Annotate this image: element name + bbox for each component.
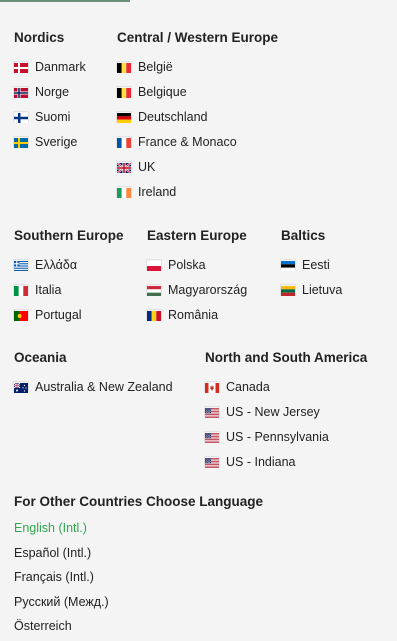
country-link[interactable]: Lietuva: [281, 277, 342, 302]
country-link[interactable]: France & Monaco: [117, 129, 278, 154]
region-title: Central / Western Europe: [117, 30, 279, 45]
region-north-south-america: North and South America Canada US - New J…: [205, 350, 367, 474]
country-link[interactable]: Italia: [14, 277, 124, 302]
flag-us-icon: [205, 407, 219, 418]
country-label: Canada: [226, 379, 270, 394]
country-label: România: [168, 307, 219, 322]
top-divider: [0, 0, 130, 2]
country-label: Lietuva: [302, 282, 343, 297]
region-title: Southern Europe: [14, 228, 124, 243]
flag-pl-icon: [147, 260, 161, 271]
country-link[interactable]: Canada: [205, 374, 367, 399]
country-label: Ireland: [138, 184, 177, 199]
country-link[interactable]: US - Indiana: [205, 449, 367, 474]
country-link[interactable]: Deutschland: [117, 104, 278, 129]
country-link[interactable]: Belgique: [117, 79, 278, 104]
country-link[interactable]: Polska: [147, 252, 247, 277]
country-label: België: [138, 59, 173, 74]
country-label: Sverige: [35, 134, 78, 149]
country-label: Ελλάδα: [35, 257, 78, 272]
country-link[interactable]: US - Pennsylvania: [205, 424, 367, 449]
country-link[interactable]: Portugal: [14, 302, 124, 327]
region-title: North and South America: [205, 350, 368, 365]
flag-lt-icon: [281, 285, 295, 296]
flag-dk-icon: [14, 62, 28, 73]
region-eastern-europe: Eastern Europe Polska Magyarország România: [147, 228, 247, 327]
flag-ro-icon: [147, 310, 161, 321]
region-title: Baltics: [281, 228, 326, 243]
country-label: Magyarország: [168, 282, 248, 297]
country-label: US - New Jersey: [226, 404, 320, 419]
region-southern-europe: Southern Europe Ελλάδα Italia Portugal: [14, 228, 124, 327]
country-link[interactable]: România: [147, 302, 247, 327]
country-label: Danmark: [35, 59, 86, 74]
country-link[interactable]: US - New Jersey: [205, 399, 367, 424]
country-label: Portugal: [35, 307, 82, 322]
country-label: Deutschland: [138, 109, 208, 124]
flag-no-icon: [14, 87, 28, 98]
region-central-western-europe: Central / Western Europe België Belgique D…: [116, 30, 279, 204]
country-label: Suomi: [35, 109, 71, 124]
language-link[interactable]: Österreich: [14, 614, 263, 639]
flag-be-icon: [117, 62, 131, 73]
flag-be-icon: [117, 87, 131, 98]
country-link[interactable]: Ελλάδα: [14, 252, 124, 277]
flag-pt-icon: [14, 310, 28, 321]
country-label: Belgique: [138, 84, 187, 99]
region-oceania: Oceania Australia & New Zealand: [13, 350, 173, 399]
region-title: Oceania: [14, 350, 67, 365]
country-link[interactable]: UK: [116, 154, 278, 179]
country-link[interactable]: Sverige: [14, 129, 86, 154]
region-title: Nordics: [14, 30, 65, 45]
flag-gb-icon: [116, 161, 132, 174]
country-link[interactable]: België: [117, 54, 278, 79]
country-link[interactable]: Magyarország: [147, 277, 247, 302]
region-nordics: Nordics Danmark Norge Suomi Sverige: [14, 30, 86, 154]
country-label: Polska: [168, 257, 206, 272]
country-link[interactable]: Danmark: [14, 54, 86, 79]
flag-ee-icon: [281, 260, 295, 271]
country-label: France & Monaco: [138, 134, 237, 149]
country-link[interactable]: Norge: [14, 79, 86, 104]
language-link-active[interactable]: English (Intl.): [14, 516, 263, 541]
country-label: Norge: [35, 84, 70, 99]
flag-us-icon: [205, 432, 219, 443]
flag-au-icon: [13, 382, 28, 393]
flag-it-icon: [14, 285, 28, 296]
language-link[interactable]: Español (Intl.): [14, 541, 263, 566]
country-label: UK: [138, 159, 156, 174]
flag-fi-icon: [14, 112, 28, 123]
country-label: US - Indiana: [226, 454, 296, 469]
country-link[interactable]: Australia & New Zealand: [13, 374, 173, 399]
country-label: Australia & New Zealand: [35, 379, 173, 394]
country-link[interactable]: Eesti: [281, 252, 342, 277]
language-list: English (Intl.) Español (Intl.) Français (…: [14, 516, 263, 639]
language-link[interactable]: Русский (Межд.): [14, 590, 263, 615]
language-section-title: For Other Countries Choose Language: [14, 494, 264, 509]
flag-fr-icon: [117, 137, 131, 148]
country-link[interactable]: Suomi: [14, 104, 86, 129]
country-label: US - Pennsylvania: [226, 429, 329, 444]
country-label: Italia: [35, 282, 62, 297]
country-link[interactable]: Ireland: [117, 179, 278, 204]
flag-us-icon: [205, 457, 219, 468]
flag-gr-icon: [14, 260, 28, 271]
country-label: Eesti: [302, 257, 330, 272]
region-title: Eastern Europe: [147, 228, 247, 243]
flag-hu-icon: [147, 285, 161, 296]
flag-ca-icon: [205, 382, 219, 393]
language-section: For Other Countries Choose Language Engl…: [14, 494, 263, 639]
flag-ie-icon: [117, 187, 131, 198]
language-link[interactable]: Français (Intl.): [14, 565, 263, 590]
flag-de-icon: [117, 112, 131, 123]
flag-se-icon: [14, 137, 28, 148]
region-baltics: Baltics Eesti Lietuva: [281, 228, 342, 302]
